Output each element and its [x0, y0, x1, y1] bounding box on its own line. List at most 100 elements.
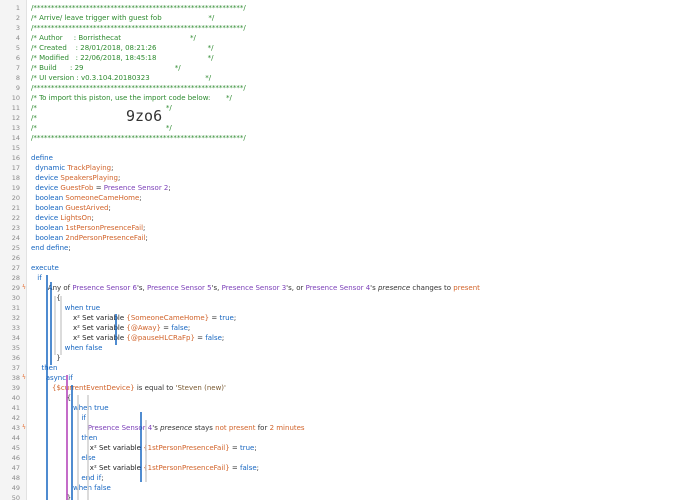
token-txt: = — [160, 324, 172, 332]
line-number: 25 — [11, 244, 20, 252]
code-statement[interactable]: /* Created : 28/01/2018, 08:21:26 */ — [31, 43, 214, 53]
code-statement[interactable]: dynamic TrackPlaying; — [35, 163, 113, 173]
token-comment: /***************************************… — [31, 4, 246, 12]
code-statement[interactable]: /***************************************… — [31, 133, 246, 143]
token-kw: dynamic — [35, 164, 68, 172]
code-statement[interactable]: boolean SomeoneCameHome; — [35, 193, 141, 203]
token-txt: ; — [233, 314, 237, 322]
code-line: 7 /* Build : 29 */ — [0, 63, 690, 73]
token-txt: = — [229, 444, 240, 452]
code-statement[interactable]: then — [81, 433, 97, 443]
trigger-lightning-icon: ϟ — [22, 424, 26, 431]
token-var: {1stPersonPresenceFail} — [143, 444, 230, 452]
code-line: 29 ϟ Any of Presence Sensor 6's, Presence … — [0, 283, 690, 293]
token-var: TrackPlaying — [67, 164, 112, 172]
code-statement[interactable]: x² Set variable {1stPersonPresenceFail} … — [90, 443, 257, 453]
code-statement[interactable]: device LightsOn; — [35, 213, 94, 223]
line-number: 6 — [15, 54, 20, 62]
code-statement[interactable]: x² Set variable {@Away} = false; — [73, 323, 190, 333]
token-txt: = — [93, 184, 104, 192]
code-statement[interactable]: /* To import this piston, use the import… — [31, 93, 232, 103]
code-statement[interactable]: device GuestFob = Presence Sensor 2; — [35, 183, 171, 193]
code-statement[interactable]: device SpeakersPlaying; — [35, 173, 120, 183]
token-x: x² Set variable — [89, 444, 144, 452]
line-number: 1 — [15, 4, 20, 12]
line-number: 29 — [11, 284, 20, 292]
code-statement[interactable]: /* UI version : v0.3.104.20180323 */ — [31, 73, 211, 83]
token-txt: 's, — [211, 284, 222, 292]
line-number: 4 — [15, 34, 20, 42]
code-statement[interactable]: if — [37, 273, 41, 283]
code-statement[interactable]: /***************************************… — [31, 23, 246, 33]
line-number: 39 — [11, 384, 20, 392]
line-number: 10 — [11, 94, 20, 102]
line-number: 12 — [11, 114, 20, 122]
token-kw: then — [81, 434, 98, 442]
line-number: 28 — [11, 274, 20, 282]
token-var: 2ndPersonPresenceFail — [65, 234, 146, 242]
code-statement[interactable]: end define; — [31, 243, 71, 253]
line-number: 41 — [11, 404, 20, 412]
code-statement[interactable]: boolean GuestArived; — [35, 203, 111, 213]
code-statement[interactable]: x² Set variable {1stPersonPresenceFail} … — [90, 463, 259, 473]
code-statement[interactable]: /* Build : 29 */ — [31, 63, 181, 73]
code-statement[interactable]: Presence Sensor 4's presence stays not p… — [88, 423, 305, 433]
code-line: 19 device GuestFob = Presence Sensor 2; — [0, 183, 690, 193]
code-line: 42 if — [0, 413, 690, 423]
code-statement[interactable]: then — [42, 363, 58, 373]
token-kw: boolean — [35, 194, 66, 202]
token-kw: true — [240, 444, 255, 452]
code-statement[interactable]: } — [56, 353, 60, 363]
code-statement[interactable]: {$currentEventDevice} is equal to 'Steve… — [52, 383, 226, 393]
token-txt: ; — [117, 174, 121, 182]
code-statement[interactable]: else — [81, 453, 95, 463]
token-kw: device — [35, 214, 61, 222]
code-statement[interactable]: /* Modified : 22/06/2018, 18:45:18 */ — [31, 53, 213, 63]
token-dev: Presence Sensor 5 — [146, 284, 212, 292]
code-line: 31 when true — [0, 303, 690, 313]
code-statement[interactable]: /* — [31, 113, 37, 123]
token-txt: ; — [91, 214, 94, 222]
token-comment: /* */ — [31, 124, 172, 132]
line-number: 14 — [11, 134, 20, 142]
code-statement[interactable]: when true — [73, 403, 109, 413]
code-statement[interactable]: x² Set variable {@pauseHLCRaFp} = false; — [73, 333, 224, 343]
token-kw: when false — [64, 344, 103, 352]
line-number: 19 — [11, 184, 20, 192]
code-statement[interactable]: boolean 1stPersonPresenceFail; — [35, 223, 145, 233]
code-statement[interactable]: /***************************************… — [31, 83, 246, 93]
token-dev: Presence Sensor 4 — [87, 424, 153, 432]
code-statement[interactable]: if — [81, 413, 85, 423]
code-statement[interactable]: when false — [73, 483, 111, 493]
token-txt: ; — [68, 244, 71, 252]
token-var: LightsOn — [60, 214, 92, 222]
code-statement[interactable]: Any of Presence Sensor 6's, Presence Sen… — [48, 283, 480, 293]
code-statement[interactable]: when false — [65, 343, 103, 353]
token-kw: end define — [31, 244, 69, 252]
code-statement[interactable]: /***************************************… — [31, 3, 246, 13]
code-statement[interactable]: { — [56, 293, 60, 303]
line-number: 17 — [11, 164, 20, 172]
code-line: 30 { — [0, 293, 690, 303]
code-statement[interactable]: x² Set variable {SomeoneCameHome} = true… — [73, 313, 236, 323]
code-statement[interactable]: end if; — [81, 473, 103, 483]
token-txt: ; — [111, 164, 114, 172]
token-txt: ; — [187, 324, 191, 332]
code-statement[interactable]: /* Arrive/ leave trigger with guest fob … — [31, 13, 214, 23]
token-x: x² Set variable — [73, 324, 127, 332]
token-var: GuestArived — [65, 204, 109, 212]
token-txt: ; — [139, 194, 142, 202]
code-statement[interactable]: /* Author : Borristhecat */ — [31, 33, 196, 43]
code-statement[interactable]: define — [31, 153, 53, 163]
code-statement[interactable]: async if — [46, 373, 73, 383]
line-number: 50 — [11, 494, 20, 500]
code-statement[interactable]: boolean 2ndPersonPresenceFail; — [35, 233, 148, 243]
token-str: 'Steven (new)' — [175, 384, 226, 392]
code-line: 17 dynamic TrackPlaying; — [0, 163, 690, 173]
code-statement[interactable]: } — [67, 493, 71, 500]
code-statement[interactable]: when true — [65, 303, 101, 313]
code-statement[interactable]: { — [67, 393, 71, 403]
line-number: 13 — [11, 124, 20, 132]
code-statement[interactable]: execute — [31, 263, 59, 273]
code-line: 46 else — [0, 453, 690, 463]
